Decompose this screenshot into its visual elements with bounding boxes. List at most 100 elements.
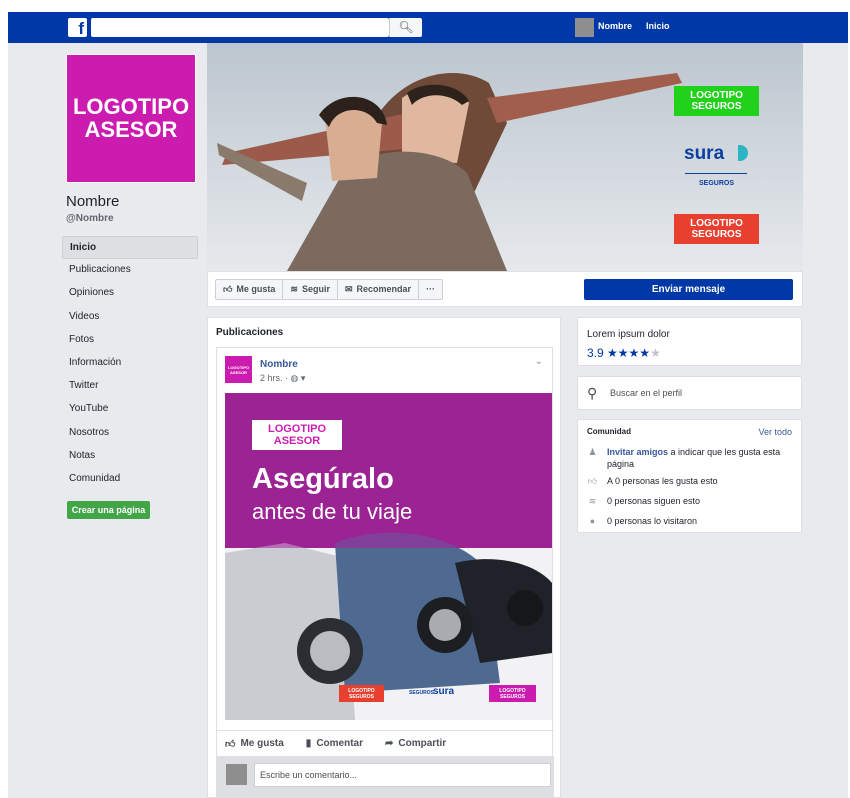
- cover-logo-red-line1: LOGOTIPO: [690, 218, 743, 229]
- rating-score: 3.9: [587, 346, 604, 360]
- post-footer-logo-left-line2: SEGUROS: [348, 694, 374, 700]
- recommend-label: Recomendar: [356, 284, 412, 294]
- post-subheadline: antes de tu viaje: [252, 499, 413, 524]
- community-follows-text: 0 personas siguen esto: [607, 496, 701, 506]
- follow-label: Seguir: [301, 284, 330, 294]
- post-footer-logo-right: LOGOTIPO SEGUROS: [489, 685, 536, 702]
- post-headline: Asegúralo: [252, 463, 394, 495]
- search-icon: ⚲: [587, 385, 598, 401]
- people-icon: ♟: [588, 447, 597, 457]
- profile-picture[interactable]: LOGOTIPO ASESOR: [66, 54, 196, 183]
- cover-logo-green-line2: SEGUROS: [691, 101, 742, 112]
- sidebar-item-youtube[interactable]: YouTube: [62, 398, 198, 421]
- create-page-button[interactable]: Crear una página: [67, 501, 150, 519]
- page-sidebar-nav: Inicio Publicaciones Opiniones Videos Fo…: [62, 236, 198, 491]
- page-handle: @Nombre: [66, 213, 114, 224]
- search-input[interactable]: [91, 18, 389, 37]
- like-label: Me gusta: [236, 284, 276, 294]
- post-author-link[interactable]: Nombre: [260, 359, 298, 370]
- chevron-down-icon[interactable]: ⌄: [535, 356, 543, 367]
- community-invite-row: ♟ Invitar amigos a indicar que les gusta…: [587, 446, 792, 470]
- post-logo-line1: LOGOTIPO: [267, 423, 327, 435]
- post-footer-logo-right-line2: SEGUROS: [499, 694, 525, 700]
- see-all-link[interactable]: Ver todo: [758, 427, 792, 437]
- page-action-buttons: 👍︎ Me gusta ≋ Seguir ✉︎ Recomendar ···: [215, 279, 444, 300]
- thumbs-up-icon: 👍︎: [225, 738, 236, 750]
- thumbs-up-icon: 👍︎: [223, 284, 233, 294]
- rating-value[interactable]: 3.9 ★★★★★: [587, 346, 661, 360]
- community-visits-text: 0 personas lo visitaron: [607, 516, 698, 526]
- search-icon[interactable]: 🔍︎: [389, 18, 422, 37]
- community-invite-text: Invitar amigos a indicar que les gusta e…: [607, 446, 792, 470]
- sidebar-item-twitter[interactable]: Twitter: [62, 375, 198, 398]
- speech-bubble-icon: ✉︎: [344, 284, 353, 294]
- top-profile-name-link[interactable]: Nombre: [598, 21, 632, 31]
- publications-section: Publicaciones LOGOTIPO ASESOR Nombre 2 h…: [207, 317, 561, 798]
- profile-logo-line2: ASESOR: [84, 117, 178, 142]
- rating-title: Lorem ipsum dolor: [587, 329, 670, 340]
- thumbs-up-icon: 👍︎: [587, 476, 598, 486]
- community-likes-text: A 0 personas les gusta esto: [607, 476, 718, 486]
- publications-title: Publicaciones: [216, 327, 284, 338]
- community-visits-row: ● 0 personas lo visitaron: [587, 515, 792, 527]
- avatar[interactable]: [575, 18, 594, 37]
- sura-logo: sura: [684, 143, 725, 164]
- post-like-label: Me gusta: [240, 738, 284, 749]
- profile-logo-line1: LOGOTIPO: [72, 94, 190, 119]
- community-title: Comunidad: [587, 427, 631, 436]
- post-like-button[interactable]: 👍︎ Me gusta: [225, 738, 284, 750]
- top-home-link[interactable]: Inicio: [646, 21, 670, 31]
- sidebar-item-nosotros[interactable]: Nosotros: [62, 422, 198, 445]
- sidebar-item-videos[interactable]: Videos: [62, 306, 198, 329]
- post-footer-logo-left: LOGOTIPO SEGUROS: [339, 685, 384, 702]
- more-options-button[interactable]: ···: [419, 280, 442, 299]
- post-share-label: Compartir: [398, 738, 447, 749]
- cover-logo-red-line2: SEGUROS: [691, 229, 742, 240]
- profile-search-input[interactable]: Buscar en el perfil: [610, 388, 682, 398]
- post-logo-line2: ASESOR: [273, 435, 321, 447]
- post-comment-button[interactable]: ▮ Comentar: [306, 738, 363, 749]
- comment-input[interactable]: Escribe un comentario...: [254, 763, 551, 787]
- star-rating-icon: ★★★★★: [607, 346, 661, 360]
- post-footer-sura-logo: sura: [433, 686, 455, 697]
- rss-icon: ≋: [588, 496, 597, 506]
- cover-logo-green: LOGOTIPO SEGUROS: [674, 86, 759, 116]
- post-avatar[interactable]: LOGOTIPO ASESOR: [225, 356, 252, 383]
- invite-friends-link[interactable]: Invitar amigos: [607, 447, 668, 457]
- post-comment-label: Comentar: [316, 738, 363, 749]
- sidebar-item-notas[interactable]: Notas: [62, 445, 198, 468]
- sura-seguros-label: SEGUROS: [699, 180, 735, 187]
- sidebar-item-fotos[interactable]: Fotos: [62, 329, 198, 352]
- cover-logo-green-line1: LOGOTIPO: [690, 90, 743, 101]
- page-action-bar: 👍︎ Me gusta ≋ Seguir ✉︎ Recomendar ··· Envi…: [207, 271, 803, 307]
- send-message-button[interactable]: Enviar mensaje: [584, 279, 793, 300]
- comment-bar: Escribe un comentario...: [217, 756, 554, 798]
- top-navigation-bar: f 🔍︎ Nombre Inicio: [8, 12, 848, 43]
- comment-icon: ▮: [305, 738, 312, 749]
- post-timestamp[interactable]: 2 hrs. · ◍ ▾: [260, 373, 305, 384]
- like-page-button[interactable]: 👍︎ Me gusta: [216, 280, 284, 299]
- avatar: [226, 764, 247, 785]
- sidebar-item-opiniones[interactable]: Opiniones: [62, 282, 198, 305]
- post-share-button[interactable]: ➦ Compartir: [385, 738, 446, 749]
- rating-box: Lorem ipsum dolor 3.9 ★★★★★: [577, 317, 802, 366]
- community-follows-row: ≋ 0 personas siguen esto: [587, 495, 792, 507]
- location-pin-icon: ●: [589, 516, 596, 526]
- post-footer-sura-pre: SEGUROS: [409, 690, 435, 696]
- page-name: Nombre: [66, 193, 120, 210]
- sidebar-item-informacion[interactable]: Información: [62, 352, 198, 375]
- community-likes-row: 👍︎ A 0 personas les gusta esto: [587, 475, 792, 487]
- sura-divider: [685, 173, 747, 174]
- rss-icon: ≋: [290, 284, 298, 294]
- post-card: LOGOTIPO ASESOR Nombre 2 hrs. · ◍ ▾ ⌄ LO…: [216, 347, 554, 798]
- sidebar-item-inicio[interactable]: Inicio: [62, 236, 198, 260]
- post-logo-box: LOGOTIPO ASESOR: [252, 420, 342, 450]
- sidebar-item-publicaciones[interactable]: Publicaciones: [62, 259, 198, 282]
- follow-button[interactable]: ≋ Seguir: [283, 280, 338, 299]
- recommend-button[interactable]: ✉︎ Recomendar: [338, 280, 420, 299]
- facebook-logo-icon[interactable]: f: [68, 18, 87, 38]
- sidebar-item-comunidad[interactable]: Comunidad: [62, 468, 198, 491]
- post-image[interactable]: LOGOTIPO ASESOR Asegúralo antes de tu vi…: [225, 393, 552, 720]
- profile-search-box[interactable]: ⚲ Buscar en el perfil: [577, 376, 802, 410]
- cover-photo[interactable]: LOGOTIPO SEGUROS sura SEGUROS LOGOTIPO S…: [207, 43, 803, 271]
